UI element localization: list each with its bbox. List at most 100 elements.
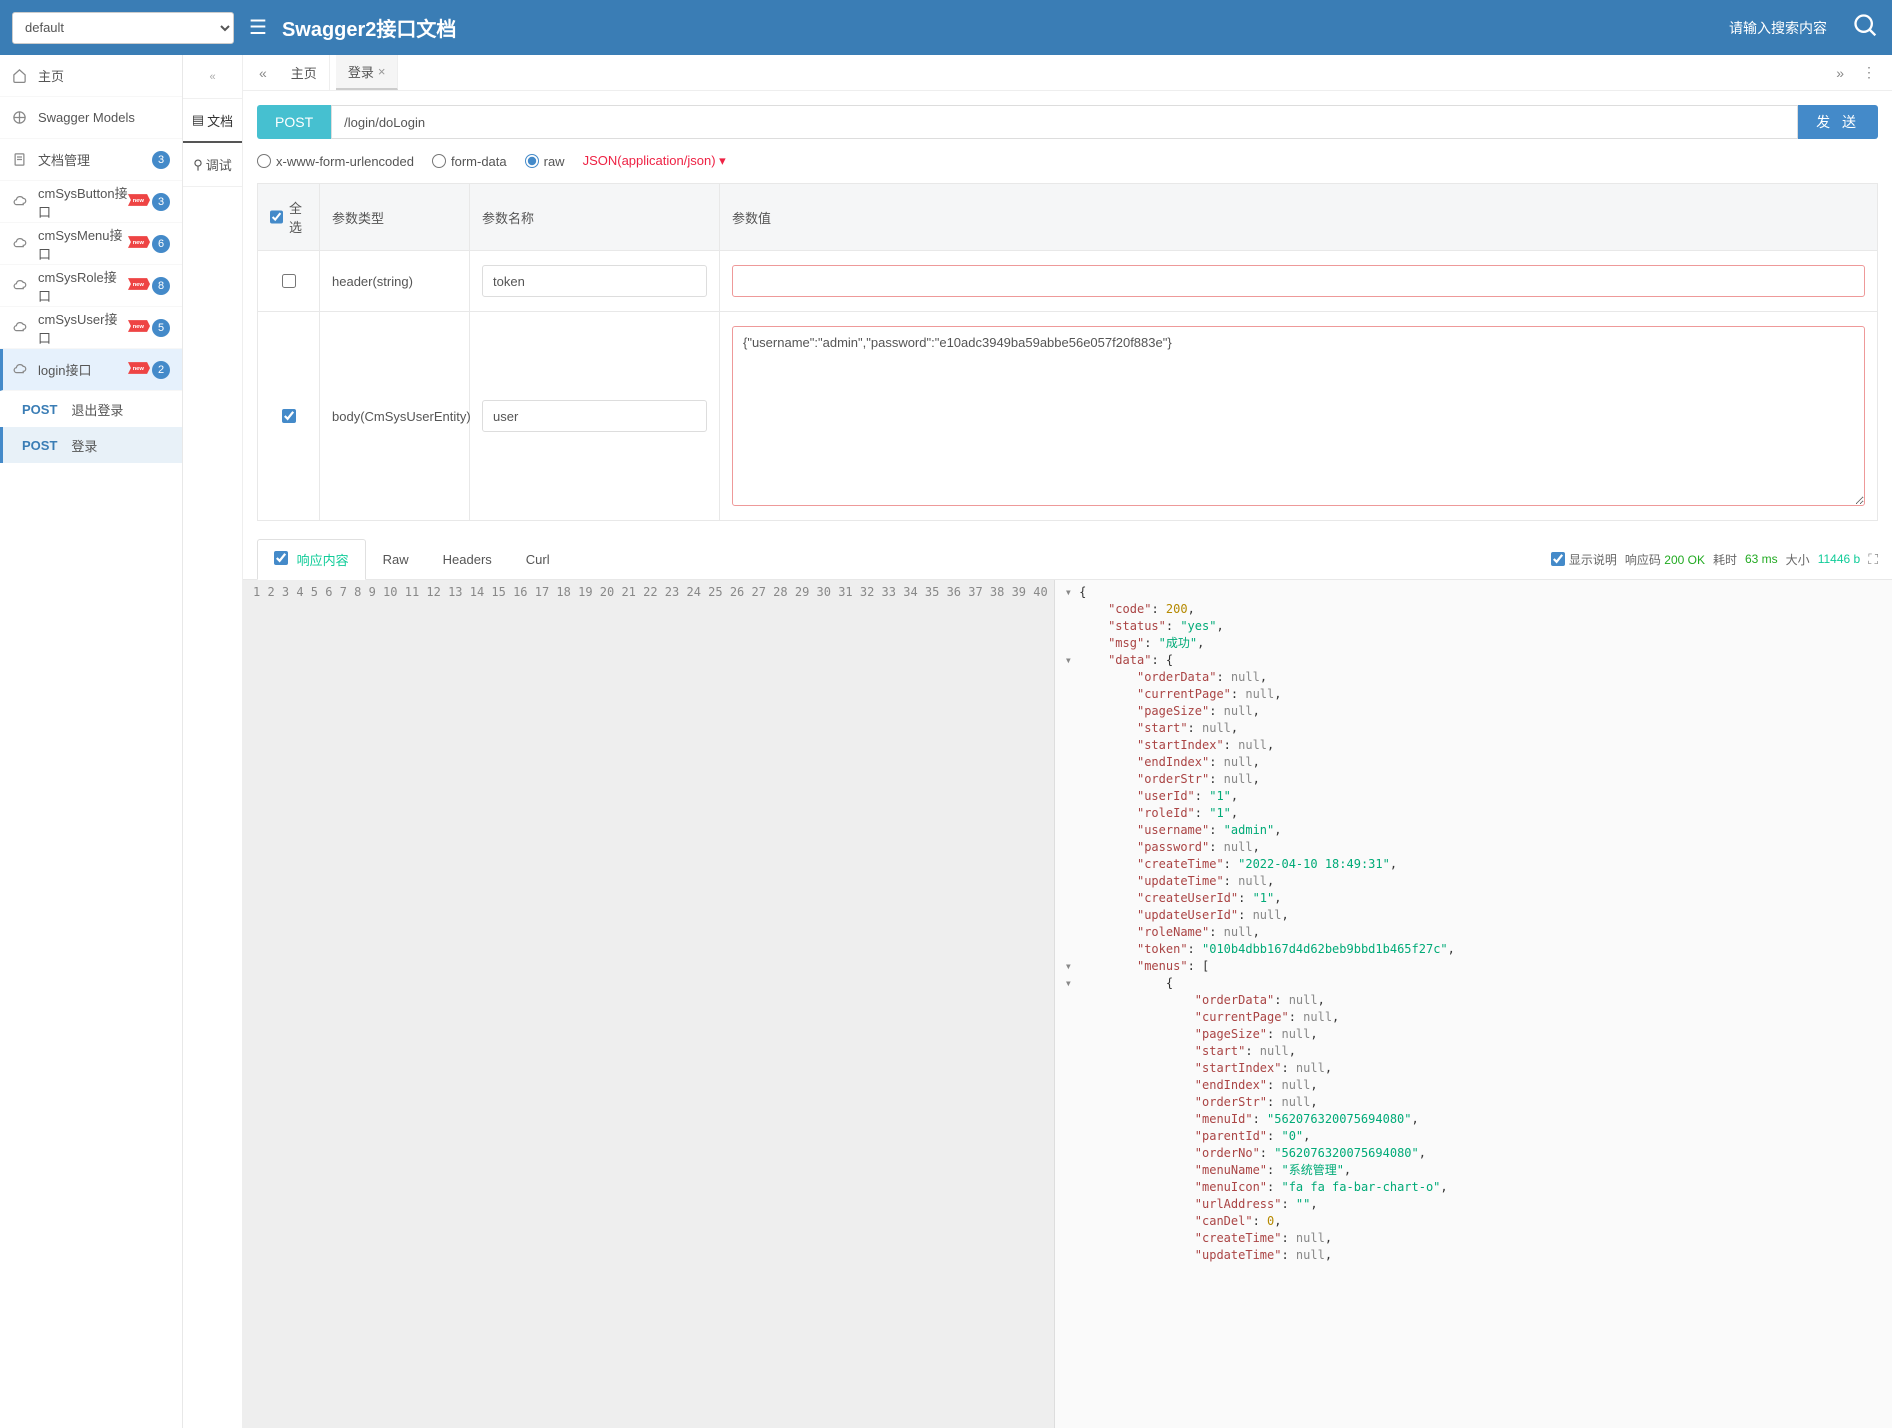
col-name: 参数名称 bbox=[470, 184, 720, 250]
top-tabs: « 主页 登录× » ⋮ bbox=[243, 55, 1892, 91]
method-label: POST bbox=[22, 402, 57, 417]
count-badge: 3 bbox=[152, 151, 170, 169]
cloud-icon bbox=[12, 320, 30, 335]
body-type-formdata[interactable]: form-data bbox=[432, 154, 507, 169]
svg-text:new: new bbox=[133, 240, 145, 246]
param-type: header(string) bbox=[320, 251, 470, 311]
sidebar-item-label: login接口 bbox=[38, 360, 128, 379]
param-value-textarea[interactable]: {"username":"admin","password":"e10adc39… bbox=[732, 326, 1865, 506]
select-all-header[interactable]: 全选 bbox=[258, 184, 320, 250]
sidebar: 主页 Swagger Models 文档管理 3 cmSysButton接口 n… bbox=[0, 55, 183, 1428]
collapse-left-tabs[interactable]: « bbox=[183, 55, 242, 99]
subitem-label: 退出登录 bbox=[71, 400, 123, 419]
sidebar-item-7[interactable]: login接口 new 2 bbox=[0, 349, 182, 391]
group-select-wrap: default bbox=[12, 12, 234, 44]
cloud-icon bbox=[12, 194, 30, 209]
doc-icon bbox=[12, 152, 30, 167]
sidebar-item-2[interactable]: 文档管理 3 bbox=[0, 139, 182, 181]
count-badge: 2 bbox=[152, 361, 170, 379]
response-body[interactable]: 1 2 3 4 5 6 7 8 9 10 11 12 13 14 15 16 1… bbox=[243, 580, 1892, 1428]
sidebar-subitem-0[interactable]: POST 退出登录 bbox=[0, 391, 182, 427]
show-desc-toggle[interactable]: 显示说明 bbox=[1551, 551, 1617, 568]
home-icon bbox=[12, 68, 30, 83]
svg-text:new: new bbox=[133, 324, 145, 330]
new-badge-icon: new bbox=[128, 319, 150, 336]
close-icon[interactable]: × bbox=[378, 64, 386, 79]
sidebar-item-0[interactable]: 主页 bbox=[0, 55, 182, 97]
count-badge: 5 bbox=[152, 319, 170, 337]
param-row: body(CmSysUserEntity) {"username":"admin… bbox=[258, 312, 1877, 520]
param-row-checkbox[interactable] bbox=[282, 274, 296, 288]
app-header: default ☰ Swagger2接口文档 请输入搜索内容 bbox=[0, 0, 1892, 55]
resp-code-label: 响应码 bbox=[1625, 553, 1661, 567]
param-row: header(string) bbox=[258, 251, 1877, 312]
left-tab-doc[interactable]: ▤文档 bbox=[183, 99, 242, 143]
new-badge-icon: new bbox=[128, 277, 150, 294]
tabs-menu-icon[interactable]: ⋮ bbox=[1856, 64, 1882, 81]
resp-code-value: 200 OK bbox=[1664, 553, 1705, 567]
resp-time-value: 63 ms bbox=[1745, 552, 1778, 566]
new-badge-icon: new bbox=[128, 235, 150, 252]
sidebar-item-1[interactable]: Swagger Models bbox=[0, 97, 182, 139]
svg-text:new: new bbox=[133, 198, 145, 204]
group-select[interactable]: default bbox=[12, 12, 234, 44]
expand-icon[interactable]: ⛶ bbox=[1868, 551, 1878, 568]
param-row-checkbox[interactable] bbox=[282, 409, 296, 423]
new-badge-icon: new bbox=[128, 361, 150, 378]
cube-icon bbox=[12, 110, 30, 125]
params-table: 全选 参数类型 参数名称 参数值 header(string) body(CmS… bbox=[257, 183, 1878, 521]
sidebar-item-label: cmSysButton接口 bbox=[38, 183, 128, 221]
sidebar-item-label: cmSysRole接口 bbox=[38, 267, 128, 305]
search-icon[interactable] bbox=[1852, 12, 1880, 43]
sidebar-item-4[interactable]: cmSysMenu接口 new 6 bbox=[0, 223, 182, 265]
response-tabs: 响应内容 Raw Headers Curl 显示说明 响应码 200 OK 耗时… bbox=[243, 539, 1892, 580]
bug-icon: ⚲ bbox=[193, 157, 203, 173]
search-placeholder-text[interactable]: 请输入搜索内容 bbox=[1729, 18, 1827, 38]
tabs-next-icon[interactable]: » bbox=[1830, 65, 1850, 81]
sidebar-item-label: cmSysMenu接口 bbox=[38, 225, 128, 263]
new-badge-icon: new bbox=[128, 193, 150, 210]
response-meta: 显示说明 响应码 200 OK 耗时 63 ms 大小 11446 b ⛶ bbox=[1551, 551, 1878, 568]
left-tab-debug[interactable]: ⚲调试 bbox=[183, 143, 242, 187]
resp-size-label: 大小 bbox=[1786, 551, 1810, 568]
caret-down-icon: ▾ bbox=[719, 153, 726, 168]
resp-tab-curl[interactable]: Curl bbox=[509, 541, 567, 578]
request-bar: POST 发 送 bbox=[243, 91, 1892, 153]
tab-home[interactable]: 主页 bbox=[279, 55, 330, 90]
resp-size-value: 11446 b bbox=[1818, 552, 1861, 566]
body-type-selector: x-www-form-urlencoded form-data raw JSON… bbox=[243, 153, 1892, 183]
tabs-prev-icon[interactable]: « bbox=[253, 65, 273, 81]
cloud-icon bbox=[12, 362, 30, 377]
sidebar-item-3[interactable]: cmSysButton接口 new 3 bbox=[0, 181, 182, 223]
param-name-input[interactable] bbox=[482, 265, 707, 297]
resp-content-checkbox[interactable] bbox=[274, 551, 288, 565]
sidebar-subitem-1[interactable]: POST 登录 bbox=[0, 427, 182, 463]
menu-toggle-icon[interactable]: ☰ bbox=[249, 15, 267, 40]
svg-text:new: new bbox=[133, 366, 145, 372]
sidebar-item-label: 文档管理 bbox=[38, 150, 152, 169]
tab-login[interactable]: 登录× bbox=[336, 55, 399, 90]
select-all-checkbox[interactable] bbox=[270, 210, 283, 224]
param-value-input[interactable] bbox=[732, 265, 1865, 297]
resp-tab-headers[interactable]: Headers bbox=[426, 541, 509, 578]
send-button[interactable]: 发 送 bbox=[1798, 105, 1878, 139]
col-value: 参数值 bbox=[720, 184, 1877, 250]
sidebar-item-label: cmSysUser接口 bbox=[38, 309, 128, 347]
sidebar-item-label: Swagger Models bbox=[38, 110, 170, 125]
subitem-label: 登录 bbox=[71, 436, 97, 455]
cloud-icon bbox=[12, 236, 30, 251]
param-type: body(CmSysUserEntity) bbox=[320, 312, 470, 520]
cloud-icon bbox=[12, 278, 30, 293]
resp-tab-content[interactable]: 响应内容 bbox=[257, 539, 366, 580]
body-type-raw[interactable]: raw bbox=[525, 154, 565, 169]
sidebar-item-6[interactable]: cmSysUser接口 new 5 bbox=[0, 307, 182, 349]
resp-tab-raw[interactable]: Raw bbox=[366, 541, 426, 578]
method-label: POST bbox=[22, 438, 57, 453]
body-type-form[interactable]: x-www-form-urlencoded bbox=[257, 154, 414, 169]
param-name-input[interactable] bbox=[482, 400, 707, 432]
sidebar-item-5[interactable]: cmSysRole接口 new 8 bbox=[0, 265, 182, 307]
left-tabs: « ▤文档 ⚲调试 bbox=[183, 55, 243, 1428]
json-content-type[interactable]: JSON(application/json) ▾ bbox=[583, 153, 726, 169]
request-url-input[interactable] bbox=[331, 105, 1798, 139]
count-badge: 6 bbox=[152, 235, 170, 253]
